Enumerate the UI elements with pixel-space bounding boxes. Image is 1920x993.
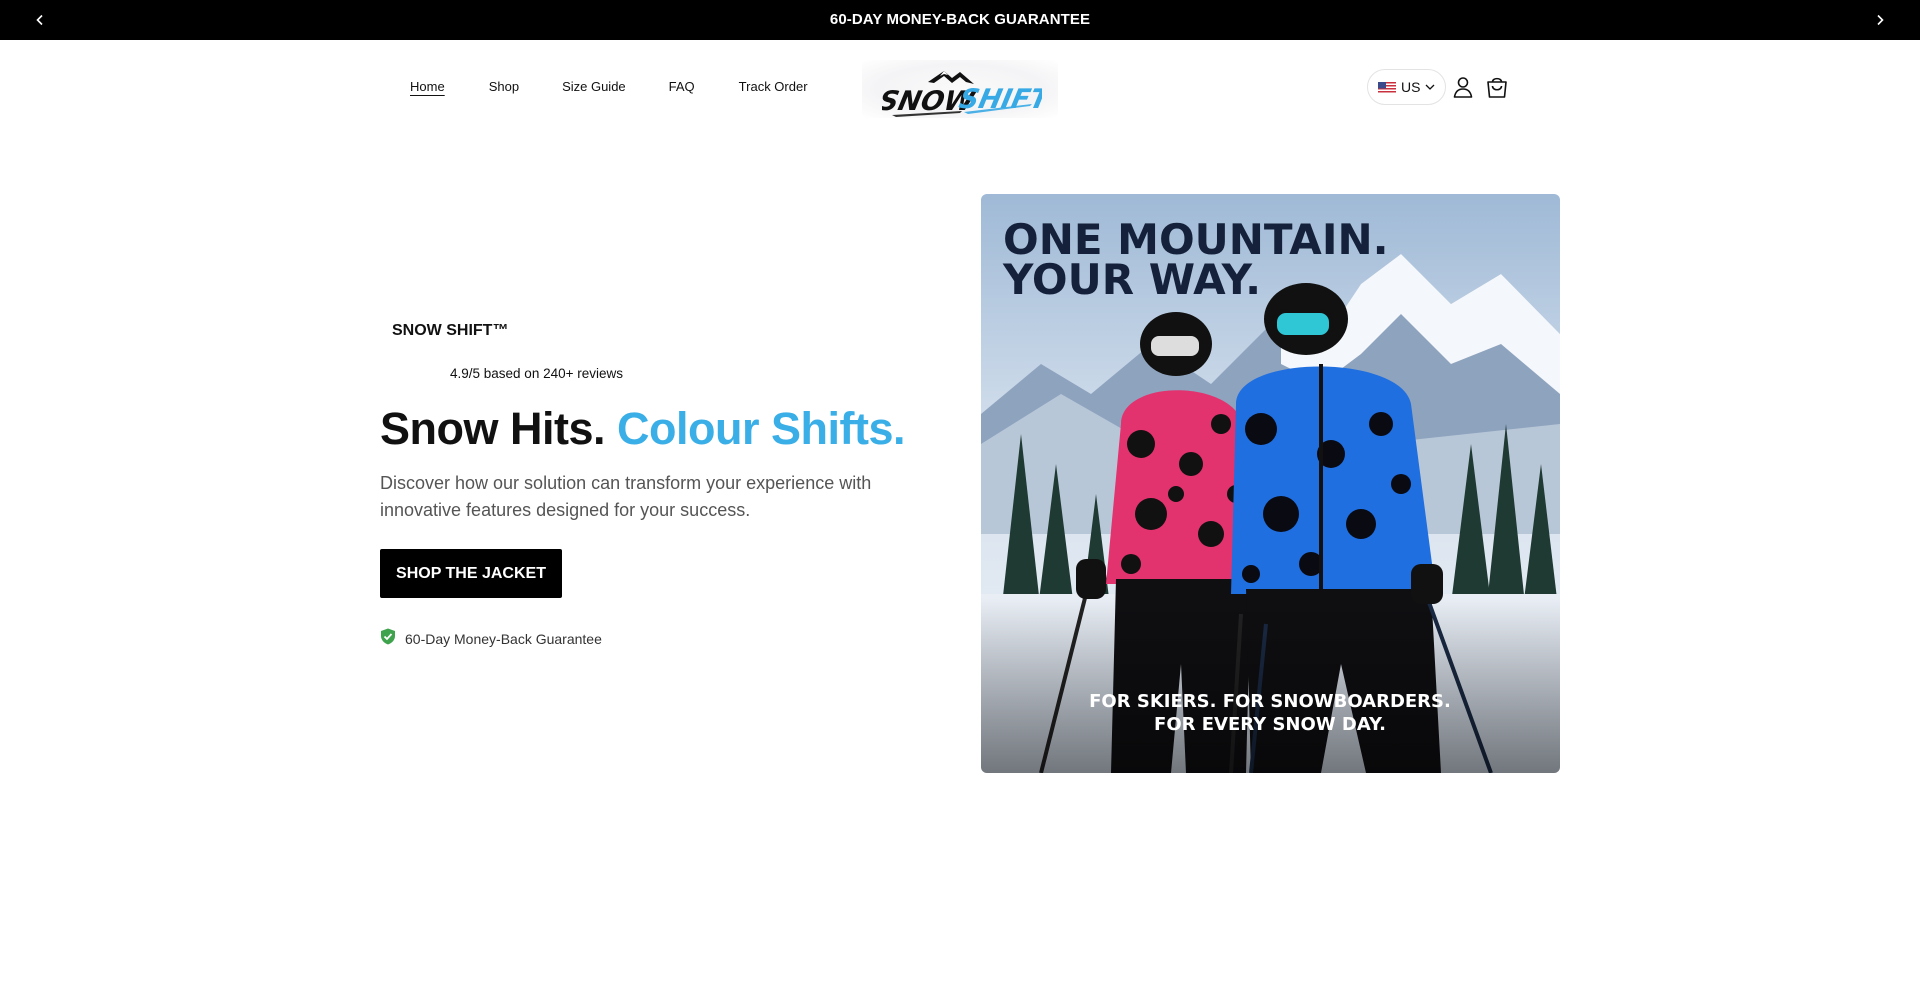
- hero-description: Discover how our solution can transform …: [380, 473, 872, 520]
- hero-title: Snow Hits. Colour Shifts.: [380, 403, 905, 455]
- shop-the-jacket-button[interactable]: SHOP THE JACKET: [380, 549, 562, 598]
- hero-image-caption-line1: FOR SKIERS. FOR SNOWBOARDERS.: [1089, 691, 1451, 712]
- shield-check-icon: [380, 628, 396, 650]
- nav-item-shop[interactable]: Shop: [489, 79, 519, 94]
- shopping-bag-icon[interactable]: [1482, 72, 1512, 102]
- hero-title-part2: Colour Shifts.: [617, 403, 905, 454]
- chevron-down-icon: [1425, 78, 1435, 96]
- nav-item-track-order[interactable]: Track Order: [739, 79, 808, 94]
- main-nav: Home Shop Size Guide FAQ Track Order: [410, 79, 852, 94]
- site-logo[interactable]: SNOW SHIFT: [862, 60, 1058, 118]
- guarantee-text: 60-Day Money-Back Guarantee: [405, 631, 602, 647]
- nav-item-faq[interactable]: FAQ: [669, 79, 695, 94]
- user-icon[interactable]: [1448, 72, 1478, 102]
- nav-item-size-guide[interactable]: Size Guide: [562, 79, 626, 94]
- chevron-right-icon[interactable]: [1870, 10, 1890, 30]
- currency-selector[interactable]: US: [1367, 69, 1446, 105]
- svg-text:SHIFT: SHIFT: [956, 84, 1042, 115]
- guarantee-badge: 60-Day Money-Back Guarantee: [380, 628, 602, 650]
- hero-title-part1: Snow Hits.: [380, 403, 606, 454]
- hero-image: ONE MOUNTAIN. YOUR WAY. FOR SKIERS. FOR …: [981, 194, 1560, 773]
- announcement-bar: 60-DAY MONEY-BACK GUARANTEE: [0, 0, 1920, 40]
- currency-label: US: [1401, 79, 1421, 95]
- site-header: Home Shop Size Guide FAQ Track Order SNO…: [0, 40, 1920, 135]
- hero-image-headline-line2: YOUR WAY.: [1002, 255, 1261, 304]
- announcement-text: 60-DAY MONEY-BACK GUARANTEE: [829, 11, 1091, 28]
- nav-item-home[interactable]: Home: [410, 79, 445, 94]
- hero-brand: SNOW SHIFT™: [392, 322, 509, 339]
- hero-image-caption-line2: FOR EVERY SNOW DAY.: [1154, 714, 1386, 735]
- hero-rating: 4.9/5 based on 240+ reviews: [450, 366, 623, 381]
- us-flag-icon: [1378, 81, 1396, 94]
